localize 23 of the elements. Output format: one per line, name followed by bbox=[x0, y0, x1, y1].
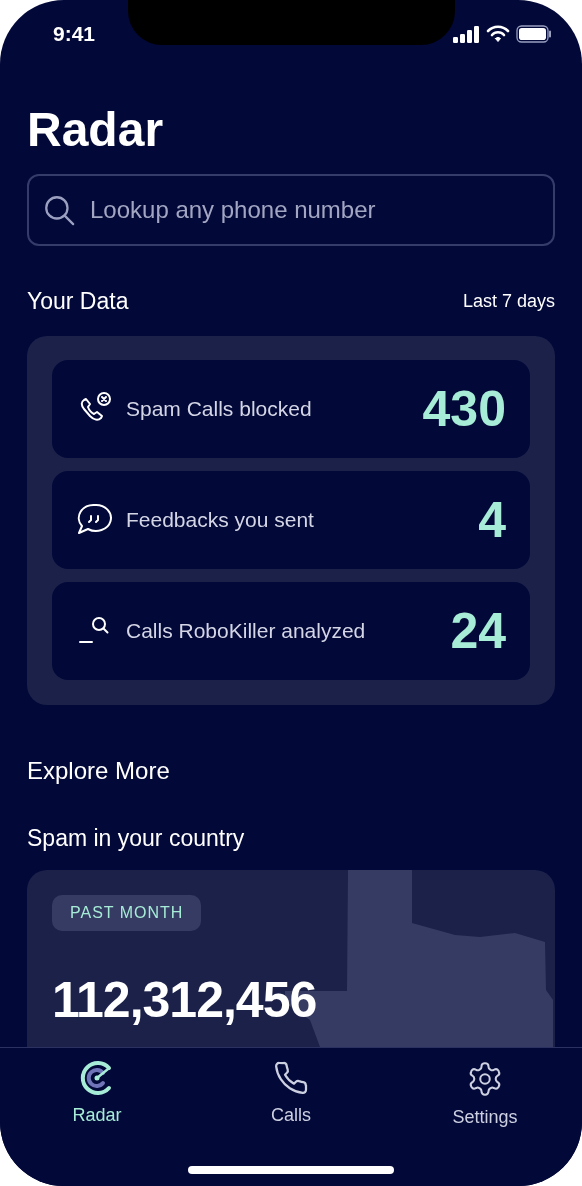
search-field[interactable]: Lookup any phone number bbox=[27, 174, 555, 246]
stat-label: Spam Calls blocked bbox=[126, 396, 313, 423]
status-time: 9:41 bbox=[53, 21, 96, 48]
signal-icon bbox=[453, 25, 480, 43]
tab-item[interactable]: Radar bbox=[0, 1060, 194, 1131]
stat-value: 430 bbox=[422, 384, 506, 434]
section-heading: Your Data bbox=[27, 286, 129, 316]
stat-value: 24 bbox=[450, 606, 506, 656]
section-subheading: Spam in your country bbox=[27, 824, 246, 853]
stat-label: Feedbacks you sent bbox=[126, 507, 315, 534]
wifi-icon bbox=[486, 25, 510, 43]
period-badge: PAST MONTH bbox=[52, 895, 202, 931]
stat-value: 4 bbox=[478, 495, 506, 545]
page-title: Radar bbox=[27, 102, 165, 158]
section-heading: Explore More bbox=[27, 756, 171, 786]
spam-count: 112,312,456 bbox=[52, 972, 317, 1028]
tab-item[interactable]: Calls bbox=[194, 1060, 388, 1131]
phone-icon bbox=[273, 1060, 309, 1096]
search-icon bbox=[42, 193, 76, 227]
stat-label: Calls RoboKiller analyzed bbox=[126, 618, 367, 645]
tab-item[interactable]: Settings bbox=[388, 1060, 582, 1131]
date-range-label: Last 7 days bbox=[462, 289, 555, 313]
battery-icon bbox=[516, 25, 552, 43]
